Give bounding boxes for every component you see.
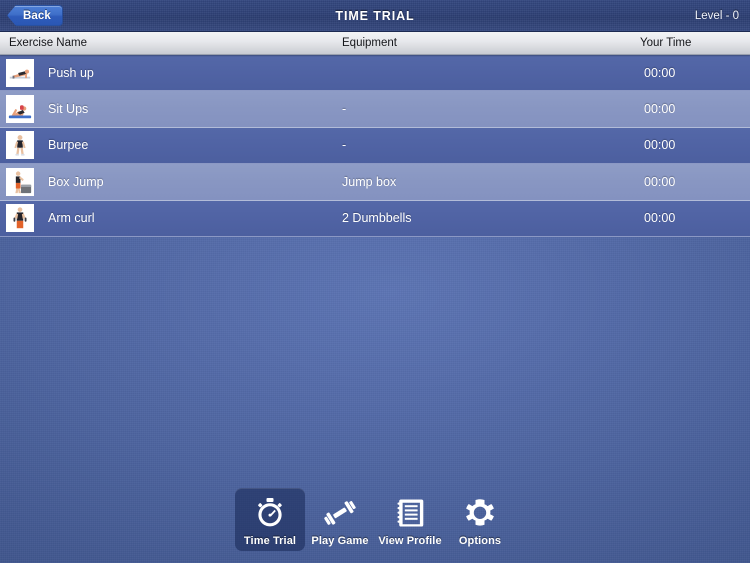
- armcurl-thumbnail: [6, 204, 34, 233]
- tab-label: Time Trial: [243, 535, 297, 547]
- notebook-icon: [389, 493, 431, 533]
- top-navigation-bar: Back TIME TRIAL Level - 0: [0, 0, 750, 32]
- column-header-equipment: Equipment: [342, 37, 397, 49]
- tab-options[interactable]: Options: [445, 488, 515, 551]
- gear-icon: [459, 493, 501, 533]
- your-time-cell: 00:00: [644, 65, 676, 80]
- equipment-cell: 2 Dumbbells: [342, 211, 412, 226]
- table-column-header: Exercise Name Equipment Your Time: [0, 32, 750, 55]
- burpee-thumbnail: [6, 131, 34, 160]
- tab-label: Options: [458, 535, 502, 547]
- exercise-name-cell: Push up: [0, 58, 342, 87]
- stopwatch-icon: [249, 493, 291, 533]
- table-row[interactable]: Sit Ups - 00:00: [0, 91, 750, 128]
- table-row[interactable]: Burpee - 00:00: [0, 127, 750, 165]
- column-header-your-time: Your Time: [640, 37, 692, 49]
- exercise-name-label: Burpee: [48, 138, 89, 153]
- exercise-name-cell: Arm curl: [0, 204, 342, 233]
- boxjump-thumbnail: [6, 167, 34, 196]
- exercise-name-label: Arm curl: [48, 211, 95, 226]
- table-row[interactable]: Push up 00:00: [0, 55, 750, 92]
- tab-play-game[interactable]: Play Game: [305, 488, 375, 551]
- equipment-cell: -: [342, 138, 347, 153]
- your-time-cell: 00:00: [644, 174, 676, 189]
- time-trial-screen: Back TIME TRIAL Level - 0 Exercise Name …: [0, 0, 750, 563]
- tab-label: Play Game: [311, 535, 369, 547]
- bottom-tab-bar: Time Trial Play Game View Profile Option…: [0, 488, 750, 551]
- situps-thumbnail: [6, 95, 34, 124]
- page-title: TIME TRIAL: [335, 8, 415, 23]
- back-button[interactable]: Back: [7, 5, 63, 26]
- table-row[interactable]: Arm curl 2 Dumbbells 00:00: [0, 200, 750, 237]
- exercise-table: Push up 00:00 Sit Ups - 00:00 Burpee - 0…: [0, 55, 750, 237]
- level-indicator: Level - 0: [694, 9, 739, 22]
- table-row[interactable]: Box Jump Jump box 00:00: [0, 164, 750, 201]
- tab-view-profile[interactable]: View Profile: [375, 488, 445, 551]
- tab-label: View Profile: [378, 535, 442, 547]
- equipment-cell: Jump box: [342, 174, 397, 189]
- back-button-label: Back: [23, 9, 51, 22]
- exercise-name-cell: Burpee: [0, 131, 342, 160]
- exercise-name-cell: Box Jump: [0, 167, 342, 196]
- your-time-cell: 00:00: [644, 211, 676, 226]
- your-time-cell: 00:00: [644, 138, 676, 153]
- pushup-thumbnail: [6, 58, 34, 87]
- equipment-cell: -: [342, 102, 347, 117]
- your-time-cell: 00:00: [644, 102, 676, 117]
- exercise-name-label: Push up: [48, 65, 94, 80]
- tab-time-trial[interactable]: Time Trial: [235, 488, 305, 551]
- exercise-name-label: Sit Ups: [48, 102, 89, 117]
- exercise-name-cell: Sit Ups: [0, 95, 342, 124]
- exercise-name-label: Box Jump: [48, 174, 104, 189]
- dumbbell-icon: [319, 493, 361, 533]
- column-header-exercise-name: Exercise Name: [9, 37, 87, 49]
